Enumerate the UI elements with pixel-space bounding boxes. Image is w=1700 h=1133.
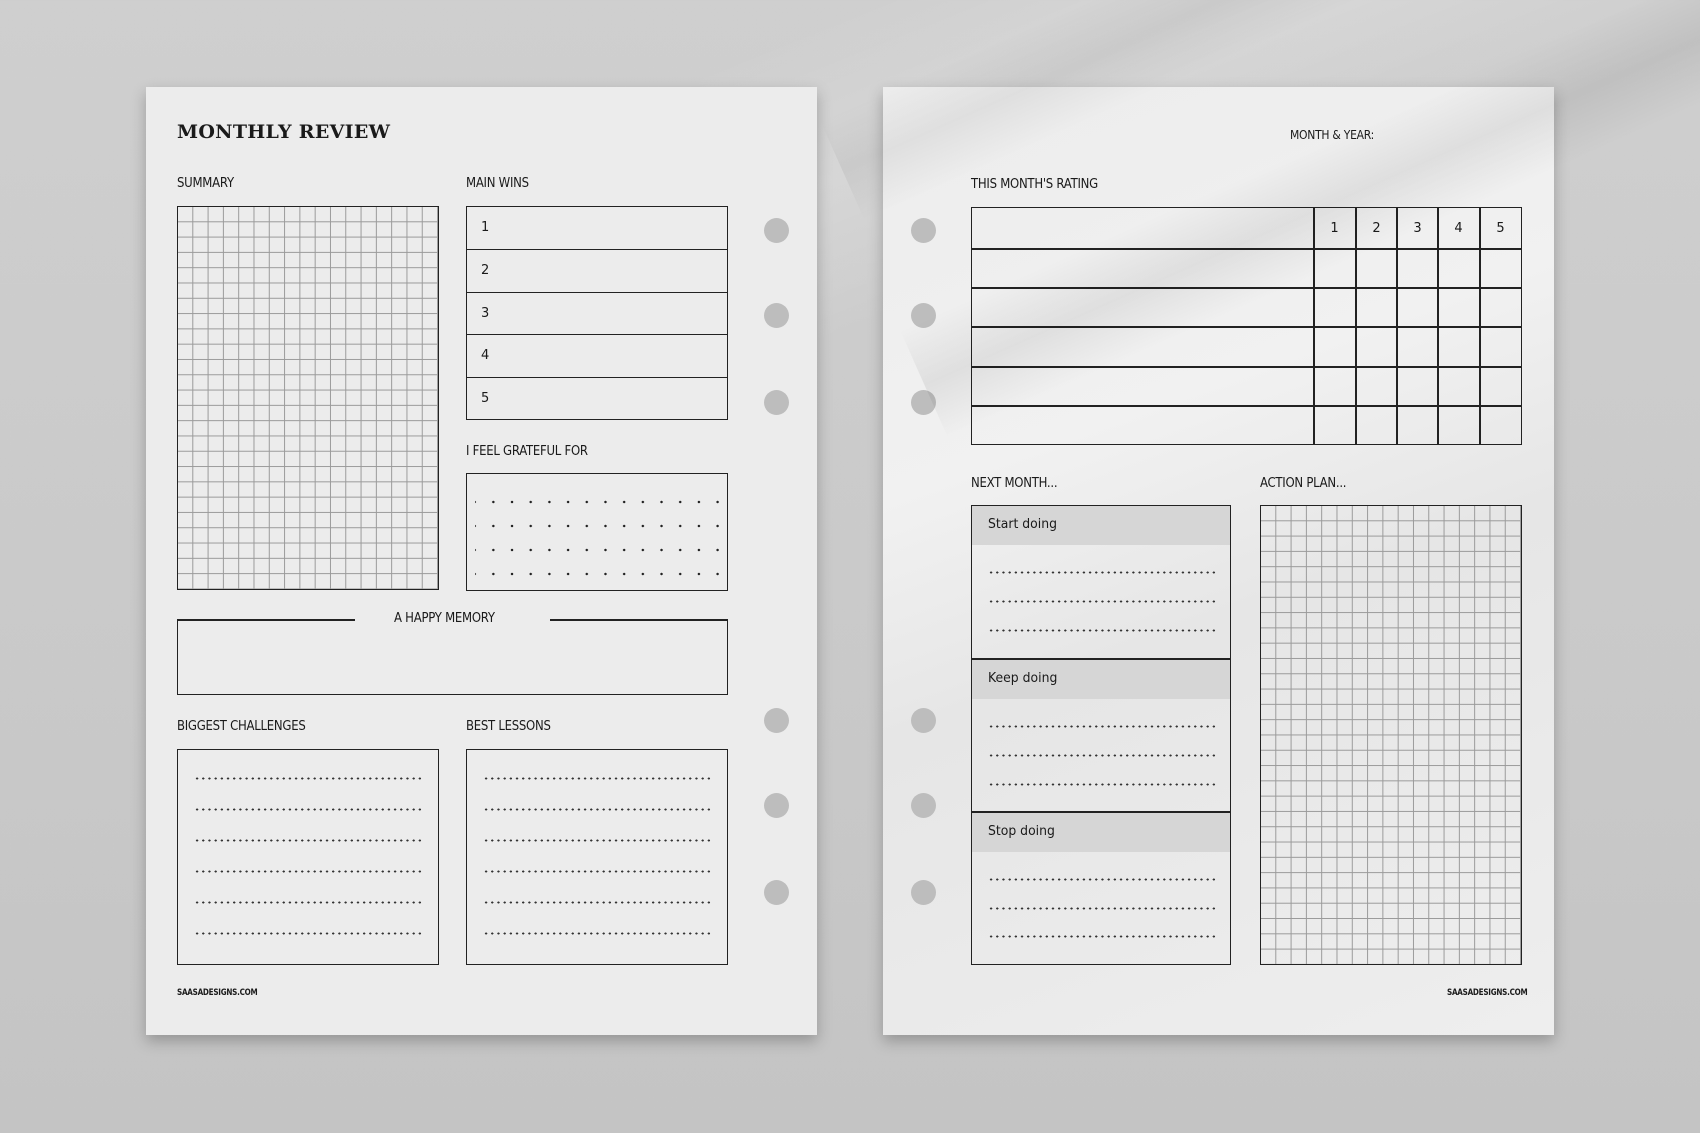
rating-item-field[interactable] [972,288,1313,326]
binder-hole [764,390,789,415]
binder-hole [764,793,789,818]
dotted-line [988,725,1216,728]
happy-memory-label: A HAPPY MEMORY [394,611,495,626]
rating-label: THIS MONTH'S RATING [971,177,1098,192]
challenges-label: BIGGEST CHALLENGES [177,719,306,734]
binder-hole [764,218,789,243]
stop-doing-section[interactable]: Stop doing [972,813,1230,963]
divider-line [550,619,728,621]
dotted-line [194,808,422,811]
dotted-line [483,901,711,904]
footer-brand: SAASADESIGNS.COM [177,988,258,998]
start-doing-title: Start doing [988,516,1057,532]
binder-hole [911,793,936,818]
binder-hole [764,708,789,733]
main-win-row[interactable]: 3 [467,292,727,335]
next-month-box: Start doing Keep doing Stop doing [971,505,1231,965]
keep-doing-title: Keep doing [988,670,1058,686]
dotted-line [988,754,1216,757]
main-win-row[interactable]: 5 [467,377,727,419]
dotted-line [988,907,1216,910]
dotted-line [988,571,1216,574]
dotted-line [194,901,422,904]
dotted-line [988,878,1216,881]
rating-header-2: 2 [1372,221,1381,236]
rating-header-4: 4 [1454,221,1463,236]
challenges-box[interactable] [177,749,439,965]
action-plan-label: ACTION PLAN... [1260,476,1347,491]
rating-item-field[interactable] [972,367,1313,405]
happy-memory-box[interactable] [177,619,728,695]
month-year-label: MONTH & YEAR: [1290,128,1375,142]
dotted-line [194,839,422,842]
lessons-box[interactable] [466,749,728,965]
binder-hole [911,303,936,328]
dotted-line [988,600,1216,603]
rating-header-3: 3 [1413,221,1422,236]
start-doing-section[interactable]: Start doing [972,506,1230,658]
main-win-row[interactable]: 1 [467,207,727,250]
rating-table: 1 2 3 4 5 [971,207,1522,445]
binder-hole [911,390,936,415]
monthly-rating-page: MONTH & YEAR: THIS MONTH'S RATING 1 2 3 … [883,87,1554,1035]
dotted-line [988,629,1216,632]
dotted-line [483,839,711,842]
stop-doing-title: Stop doing [988,823,1055,839]
next-month-label: NEXT MONTH... [971,476,1058,491]
main-wins-label: MAIN WINS [466,176,529,191]
main-win-row[interactable]: 4 [467,334,727,377]
main-win-number: 4 [481,348,490,363]
keep-doing-section[interactable]: Keep doing [972,660,1230,812]
action-plan-grid[interactable] [1260,505,1522,965]
rating-item-field[interactable] [972,406,1313,444]
monthly-review-page: MONTHLY REVIEW SUMMARY MAIN WINS 1 2 3 4… [146,87,817,1035]
dot-grid [475,482,719,582]
dotted-line [194,777,422,780]
main-win-number: 2 [481,263,490,278]
main-win-number: 5 [481,391,490,406]
dotted-line [988,935,1216,938]
dotted-line [194,932,422,935]
dotted-line [988,783,1216,786]
rating-item-field[interactable] [972,327,1313,366]
footer-brand: SAASADESIGNS.COM [1447,988,1528,998]
page-title: MONTHLY REVIEW [177,121,391,143]
binder-hole [764,880,789,905]
divider-line [177,619,355,621]
summary-label: SUMMARY [177,176,234,191]
lessons-label: BEST LESSONS [466,719,551,734]
rating-header-5: 5 [1496,221,1505,236]
binder-hole [911,708,936,733]
binder-hole [911,218,936,243]
binder-hole [764,303,789,328]
main-win-number: 3 [481,306,490,321]
main-win-number: 1 [481,220,490,235]
binder-hole [911,880,936,905]
dotted-line [483,808,711,811]
dotted-line [483,870,711,873]
dotted-line [483,932,711,935]
dotted-line [194,870,422,873]
dotted-line [483,777,711,780]
grateful-box[interactable] [466,473,728,591]
main-wins-list: 1 2 3 4 5 [466,206,728,420]
main-win-row[interactable]: 2 [467,249,727,292]
grateful-label: I FEEL GRATEFUL FOR [466,444,588,459]
rating-header-1: 1 [1330,221,1339,236]
summary-grid[interactable] [177,206,439,590]
rating-item-field[interactable] [972,249,1313,287]
